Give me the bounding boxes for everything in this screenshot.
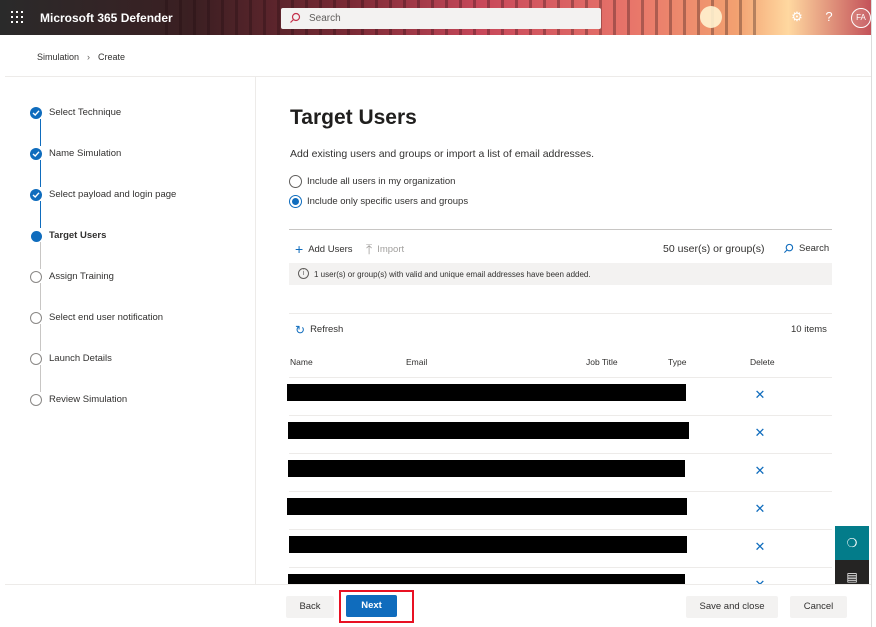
panel-divider	[289, 229, 832, 230]
delete-icon[interactable]: ✕	[754, 502, 766, 515]
page-title: Target Users	[290, 106, 417, 129]
pending-step-icon	[30, 271, 42, 283]
info-icon: i	[298, 268, 309, 279]
chevron-right-icon: ›	[87, 52, 91, 62]
current-step-icon	[31, 231, 42, 242]
wizard-step-label: Target Users	[49, 230, 107, 241]
add-users-label: Add Users	[308, 243, 353, 255]
redacted-content	[287, 384, 686, 401]
table-row: ✕	[288, 453, 832, 491]
redacted-content	[287, 498, 687, 515]
app-title[interactable]: Microsoft 365 Defender	[40, 11, 173, 25]
delete-icon[interactable]: ✕	[754, 540, 766, 553]
radio-checked-icon[interactable]	[289, 195, 302, 208]
column-header-email[interactable]: Email	[406, 357, 427, 367]
table-search-button[interactable]: Search	[783, 243, 829, 254]
table-row: ✕	[287, 377, 832, 415]
import-label: Import	[377, 243, 405, 255]
search-icon	[290, 12, 301, 23]
search-input[interactable]	[309, 10, 589, 27]
radio-unchecked-icon[interactable]	[289, 175, 302, 188]
items-count: 10 items	[791, 324, 827, 335]
gear-icon[interactable]: ⚙	[789, 9, 805, 25]
breadcrumb-item-create: Create	[98, 52, 126, 62]
wizard-step-label: Review Simulation	[49, 394, 128, 405]
delete-icon[interactable]: ✕	[754, 388, 766, 401]
plus-icon: +	[295, 241, 304, 257]
refresh-label: Refresh	[310, 324, 344, 335]
search-label: Search	[799, 243, 830, 254]
pending-step-icon	[30, 312, 42, 324]
back-button[interactable]: Back	[286, 596, 334, 618]
breadcrumb: Simulation › Create	[37, 52, 125, 62]
step-connector	[40, 283, 41, 310]
refresh-icon: ↻	[295, 322, 306, 337]
global-search[interactable]	[281, 8, 601, 29]
table-row: ✕	[289, 529, 832, 567]
pending-step-icon	[30, 394, 42, 406]
upload-icon: ⤒	[366, 241, 373, 257]
breadcrumb-item-simulation[interactable]: Simulation	[37, 52, 79, 62]
highlight-box	[339, 590, 414, 623]
table-row: ✕	[287, 491, 832, 529]
step-connector	[40, 365, 41, 392]
header-sun-graphic	[700, 6, 722, 28]
info-message-bar: i 1 user(s) or group(s) with valid and u…	[289, 263, 832, 285]
chat-icon: ▤	[846, 570, 858, 584]
wizard-step-label: Launch Details	[49, 353, 112, 364]
save-and-close-button[interactable]: Save and close	[686, 596, 778, 618]
column-header-job-title[interactable]: Job Title	[586, 357, 618, 367]
window-edge	[871, 0, 876, 627]
check-icon	[30, 148, 42, 160]
step-connector	[40, 324, 41, 351]
wizard-step-label: Select payload and login page	[49, 189, 177, 200]
selection-count: 50 user(s) or group(s)	[663, 243, 765, 255]
step-connector	[40, 201, 41, 228]
import-button[interactable]: ⤒ Import	[366, 241, 405, 257]
radio-label: Include only specific users and groups	[307, 196, 469, 207]
step-connector	[40, 119, 41, 146]
column-header-delete: Delete	[750, 357, 775, 367]
help-assistant-button[interactable]: ❍	[835, 526, 869, 560]
step-connector	[40, 242, 41, 269]
panel-divider	[289, 313, 832, 314]
assistant-icon: ❍	[846, 536, 858, 550]
wizard-steps	[5, 77, 256, 585]
delete-icon[interactable]: ✕	[754, 426, 766, 439]
delete-icon[interactable]: ✕	[754, 464, 766, 477]
table-row: ✕	[288, 415, 832, 453]
top-bar: Microsoft 365 Defender ⚙ ? FA	[0, 0, 876, 35]
info-message-text: 1 user(s) or group(s) with valid and uni…	[314, 270, 591, 279]
redacted-content	[288, 422, 689, 439]
column-header-type[interactable]: Type	[668, 357, 686, 367]
app-launcher-icon[interactable]	[11, 11, 23, 23]
redacted-content	[288, 460, 685, 477]
page-description: Add existing users and groups or import …	[290, 148, 595, 160]
avatar[interactable]: FA	[851, 8, 871, 28]
pending-step-icon	[30, 353, 42, 365]
redacted-content	[289, 536, 687, 553]
wizard-step-label: Select end user notification	[49, 312, 164, 323]
check-icon	[30, 107, 42, 119]
search-icon	[783, 243, 794, 254]
radio-label: Include all users in my organization	[307, 176, 456, 187]
wizard-step-label: Assign Training	[49, 271, 114, 282]
refresh-button[interactable]: ↻ Refresh	[295, 322, 344, 337]
wizard-step-label: Name Simulation	[49, 148, 122, 159]
wizard-step-label: Select Technique	[49, 107, 122, 118]
question-icon[interactable]: ?	[821, 9, 837, 25]
column-header-name[interactable]: Name	[290, 357, 313, 367]
check-icon	[30, 189, 42, 201]
cancel-button[interactable]: Cancel	[790, 596, 847, 618]
step-connector	[40, 160, 41, 187]
add-users-button[interactable]: + Add Users	[295, 241, 353, 257]
